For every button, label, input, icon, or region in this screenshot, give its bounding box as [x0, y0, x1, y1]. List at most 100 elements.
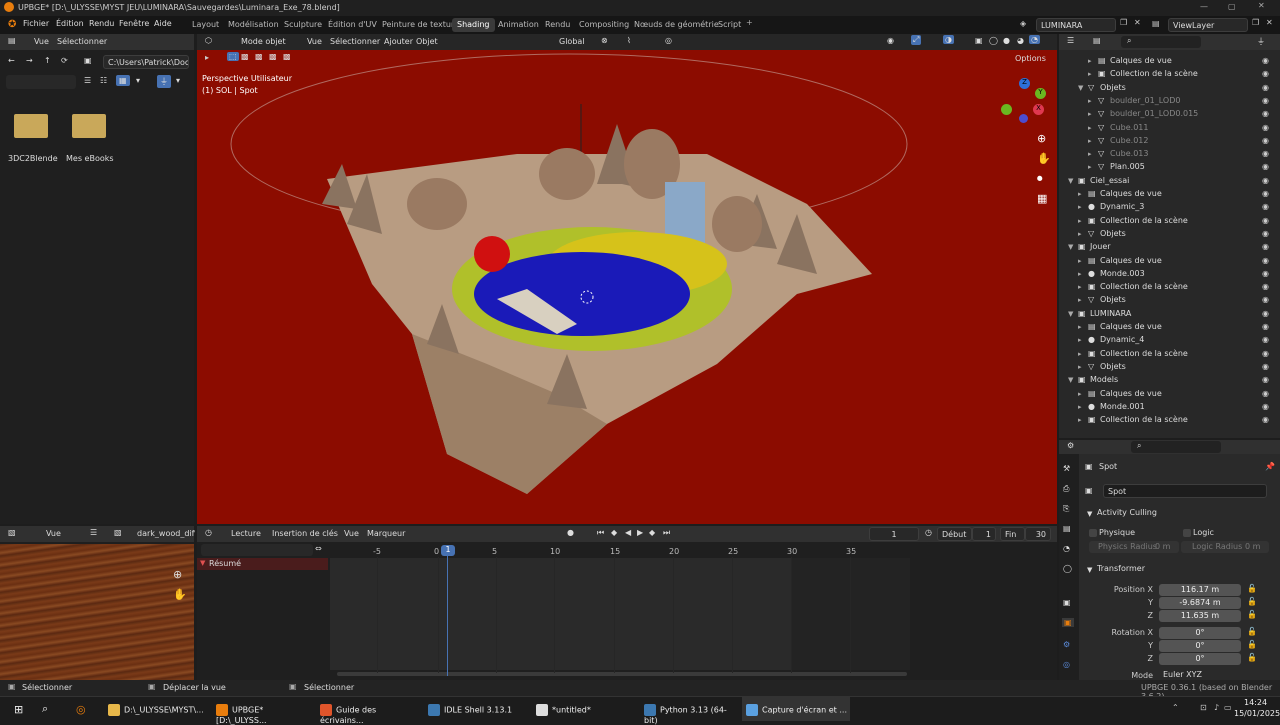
camera-visibility-icon[interactable]: ◉: [1262, 83, 1269, 92]
collapsed-arrow-icon[interactable]: ▸: [1078, 323, 1088, 331]
collapsed-arrow-icon[interactable]: ▸: [1078, 336, 1088, 344]
render-tab-icon[interactable]: ⎙: [1063, 484, 1069, 494]
camera-visibility-icon[interactable]: ◉: [1262, 109, 1269, 118]
image-editor-vue[interactable]: Vue: [46, 529, 61, 538]
summary-arrow-icon[interactable]: ▼: [200, 559, 205, 567]
outliner-row[interactable]: ▸▤Calques de vue◉: [1060, 256, 1280, 269]
transform-arrow-icon[interactable]: ▼: [1087, 566, 1092, 574]
camera-visibility-icon[interactable]: ◉: [1262, 176, 1269, 185]
windows-start-icon[interactable]: ⊞: [14, 703, 23, 716]
outliner-type-icon[interactable]: ☰: [1067, 36, 1074, 45]
gizmo-neg-y[interactable]: [1019, 114, 1028, 123]
logic-radius-field[interactable]: Logic Radius 0 m: [1181, 541, 1269, 553]
properties-type-icon[interactable]: ⚙: [1067, 441, 1074, 450]
taskbar-app[interactable]: Python 3.13 (64-bit): [640, 697, 740, 721]
outliner-row[interactable]: ▸▽Objets◉: [1060, 229, 1280, 242]
camera-visibility-icon[interactable]: ◉: [1262, 362, 1269, 371]
physics-radius-field[interactable]: Physics Radius 0 m: [1089, 541, 1179, 553]
taskbar-app[interactable]: Capture d'écran et ...: [742, 697, 850, 721]
hamburger-icon[interactable]: ☰: [90, 528, 97, 537]
camera-visibility-icon[interactable]: ◉: [1262, 282, 1269, 291]
collapsed-arrow-icon[interactable]: ▸: [1088, 124, 1098, 132]
channel-resize-icon[interactable]: ⇔: [315, 544, 322, 553]
expanded-arrow-icon[interactable]: ▼: [1068, 310, 1078, 318]
tab-workspace[interactable]: Compositing: [574, 18, 634, 32]
lock-icon[interactable]: 🔓: [1247, 627, 1257, 636]
camera-visibility-icon[interactable]: ◉: [1262, 349, 1269, 358]
transform-header[interactable]: Transformer: [1097, 564, 1145, 573]
view-layer-tab-icon[interactable]: ▤: [1063, 524, 1071, 533]
pin-icon[interactable]: 📌: [1265, 462, 1275, 471]
camera-visibility-icon[interactable]: ◉: [1262, 96, 1269, 105]
outliner-search-icon[interactable]: ⌕: [1127, 36, 1131, 46]
outliner-row[interactable]: ▼▣Ciel_essai◉: [1060, 176, 1280, 189]
path-field[interactable]: C:\Users\Patrick\Doc...: [103, 55, 189, 69]
outliner-row[interactable]: ▸●Dynamic_3◉: [1060, 202, 1280, 215]
rotation-x-field[interactable]: 0°: [1159, 627, 1241, 639]
playhead-marker[interactable]: 1: [441, 545, 455, 556]
tab-workspace[interactable]: Rendu: [540, 18, 575, 32]
forward-icon[interactable]: →: [26, 56, 33, 65]
collapsed-arrow-icon[interactable]: ▸: [1088, 137, 1098, 145]
camera-visibility-icon[interactable]: ◉: [1262, 322, 1269, 331]
outliner-row[interactable]: ▸●Dynamic_4◉: [1060, 335, 1280, 348]
outliner-row[interactable]: ▼▣Jouer◉: [1060, 242, 1280, 255]
camera-visibility-icon[interactable]: ◉: [1262, 402, 1269, 411]
jump-start-icon[interactable]: ⏮: [597, 528, 604, 538]
taskbar-app[interactable]: D:\_ULYSSE\MYST\...: [104, 697, 204, 721]
outliner-row[interactable]: ▸▤Calques de vue◉: [1060, 56, 1280, 69]
camera-visibility-icon[interactable]: ◉: [1262, 335, 1269, 344]
position-x-field[interactable]: 116.17 m: [1159, 584, 1241, 596]
collapsed-arrow-icon[interactable]: ▸: [1078, 270, 1088, 278]
outliner-row[interactable]: ▸▣Collection de la scène◉: [1060, 216, 1280, 229]
maximize-icon[interactable]: ▢: [1228, 2, 1236, 11]
frame-start-field[interactable]: 1: [972, 527, 996, 541]
volume-icon[interactable]: ♪: [1214, 703, 1219, 712]
battery-icon[interactable]: ▭: [1224, 703, 1232, 712]
menu-item[interactable]: Fenêtre: [119, 19, 149, 28]
world-tab-icon[interactable]: ◯: [1063, 564, 1072, 573]
properties-search-input[interactable]: [1131, 441, 1221, 453]
delete-scene-icon[interactable]: ✕: [1134, 18, 1141, 27]
collapsed-arrow-icon[interactable]: ▸: [1088, 97, 1098, 105]
camera-visibility-icon[interactable]: ◉: [1262, 162, 1269, 171]
outliner-row[interactable]: ▸●Monde.001◉: [1060, 402, 1280, 415]
taskbar-app[interactable]: *untitled*: [532, 697, 636, 721]
modifier-tab-icon[interactable]: ⚙: [1063, 640, 1070, 649]
file-menu-vue[interactable]: Vue: [34, 37, 49, 46]
next-key-icon[interactable]: ◆: [649, 528, 655, 537]
image-name[interactable]: dark_wood_diff_1: [137, 529, 195, 538]
sort-dropdown-icon[interactable]: ▾: [136, 76, 140, 85]
camera-visibility-icon[interactable]: ◉: [1262, 69, 1269, 78]
scene-field[interactable]: LUMINARA: [1036, 18, 1116, 32]
collapsed-arrow-icon[interactable]: ▸: [1078, 416, 1088, 424]
view-layer-field[interactable]: ViewLayer: [1168, 18, 1248, 32]
playhead-line[interactable]: [447, 556, 448, 676]
rotation-mode-dropdown[interactable]: Euler XYZ: [1159, 670, 1241, 680]
add-workspace-icon[interactable]: +: [746, 18, 753, 27]
outliner-row[interactable]: ▸▽Cube.012◉: [1060, 136, 1280, 149]
camera-visibility-icon[interactable]: ◉: [1262, 389, 1269, 398]
lock-icon[interactable]: 🔓: [1247, 653, 1257, 662]
current-frame-field[interactable]: 1: [869, 527, 919, 541]
lock-icon[interactable]: 🔓: [1247, 610, 1257, 619]
expanded-arrow-icon[interactable]: ▼: [1068, 376, 1078, 384]
view-layer-icon[interactable]: ▤: [1152, 19, 1160, 28]
zoom-icon[interactable]: ⊕: [173, 568, 182, 581]
camera-visibility-icon[interactable]: ◉: [1262, 229, 1269, 238]
outliner-row[interactable]: ▸▣Collection de la scène◉: [1060, 415, 1280, 428]
collapsed-arrow-icon[interactable]: ▸: [1078, 257, 1088, 265]
tab-workspace[interactable]: Script: [713, 18, 746, 32]
taskbar-search-icon[interactable]: ⌕: [42, 702, 48, 716]
taskbar-app[interactable]: Guide des écrivains...: [316, 697, 420, 721]
camera-visibility-icon[interactable]: ◉: [1262, 136, 1269, 145]
menu-item[interactable]: Aide: [154, 19, 172, 28]
scene-icon[interactable]: ◈: [1020, 19, 1026, 28]
camera-visibility-icon[interactable]: ◉: [1262, 375, 1269, 384]
camera-visibility-icon[interactable]: ◉: [1262, 123, 1269, 132]
physique-checkbox[interactable]: [1089, 529, 1097, 537]
object-tab-icon[interactable]: ▣: [1062, 618, 1074, 627]
summary-row[interactable]: ▼ Résumé: [197, 558, 328, 570]
search-input[interactable]: [6, 75, 76, 89]
tab-workspace[interactable]: Nœuds de géométrie: [629, 18, 724, 32]
